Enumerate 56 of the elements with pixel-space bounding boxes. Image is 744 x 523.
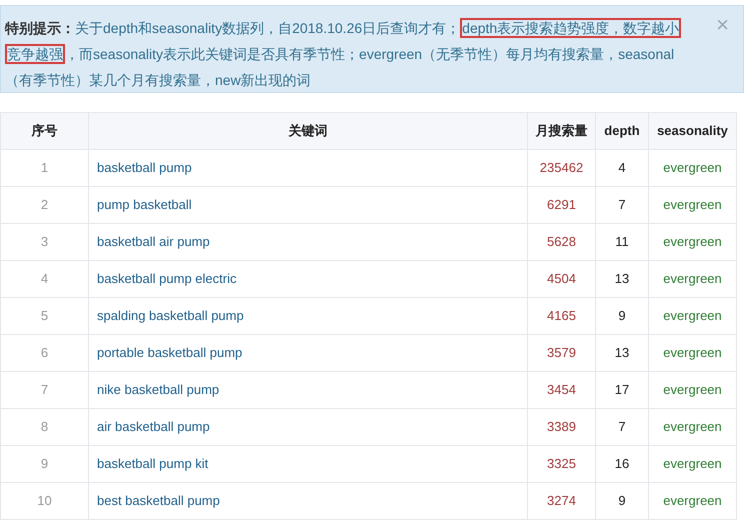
seasonality-value: evergreen — [648, 446, 736, 482]
keyword-link[interactable]: air basketball pump — [88, 408, 528, 446]
seasonality-value: evergreen — [648, 298, 736, 334]
depth-value: 4 — [596, 150, 648, 186]
seasonality-value: evergreen — [648, 482, 736, 520]
keyword-link[interactable]: nike basketball pump — [88, 372, 528, 408]
depth-value: 11 — [596, 224, 648, 260]
depth-value: 7 — [596, 408, 648, 446]
depth-value: 9 — [596, 482, 648, 520]
row-number: 5 — [0, 298, 88, 334]
depth-value: 7 — [596, 186, 648, 224]
row-number: 8 — [0, 408, 88, 446]
search-volume: 4504 — [528, 260, 596, 298]
row-number: 3 — [0, 224, 88, 260]
column-header: 关键词 — [88, 112, 528, 150]
row-number: 2 — [0, 186, 88, 224]
search-volume: 3454 — [528, 372, 596, 408]
depth-value: 17 — [596, 372, 648, 408]
column-header: 月搜索量 — [528, 112, 596, 150]
seasonality-value: evergreen — [648, 224, 736, 260]
search-volume: 4165 — [528, 298, 596, 334]
seasonality-value: evergreen — [648, 150, 736, 186]
notice-text: 特别提示：关于depth和seasonality数据列，自2018.10.26日后查询才有；depth表示搜索趋势强度，数字越小 竞争越强，而seasonality表示此关键词是否具有季节性；evergreen（无季节性）每月均有搜索量，seasonal（有季节性）某几个月有搜索量，new新出现的词 — [4, 17, 682, 90]
column-header: 序号 — [0, 112, 88, 150]
depth-value: 9 — [596, 298, 648, 334]
row-number: 4 — [0, 260, 88, 298]
keyword-link[interactable]: portable basketball pump — [88, 334, 528, 372]
depth-value: 16 — [596, 446, 648, 482]
keyword-link[interactable]: basketball pump electric — [88, 260, 528, 298]
search-volume: 3325 — [528, 446, 596, 482]
keyword-link[interactable]: pump basketball — [88, 186, 528, 224]
search-volume: 5628 — [528, 224, 596, 260]
keyword-link[interactable]: spalding basketball pump — [88, 298, 528, 334]
depth-value: 13 — [596, 334, 648, 372]
row-number: 6 — [0, 334, 88, 372]
seasonality-value: evergreen — [648, 372, 736, 408]
column-header: depth — [596, 112, 648, 150]
keyword-link[interactable]: basketball pump — [88, 150, 528, 186]
row-number: 7 — [0, 372, 88, 408]
search-volume: 235462 — [528, 150, 596, 186]
search-volume: 3274 — [528, 482, 596, 520]
column-header: seasonality — [648, 112, 736, 150]
seasonality-value: evergreen — [648, 408, 736, 446]
depth-value: 13 — [596, 260, 648, 298]
search-volume: 3579 — [528, 334, 596, 372]
keyword-link[interactable]: basketball pump kit — [88, 446, 528, 482]
search-volume: 3389 — [528, 408, 596, 446]
seasonality-value: evergreen — [648, 186, 736, 224]
search-volume: 6291 — [528, 186, 596, 224]
keyword-link[interactable]: basketball air pump — [88, 224, 528, 260]
row-number: 1 — [0, 150, 88, 186]
seasonality-value: evergreen — [648, 260, 736, 298]
keyword-link[interactable]: best basketball pump — [88, 482, 528, 520]
seasonality-value: evergreen — [648, 334, 736, 372]
row-number: 9 — [0, 446, 88, 482]
row-number: 10 — [0, 482, 88, 520]
